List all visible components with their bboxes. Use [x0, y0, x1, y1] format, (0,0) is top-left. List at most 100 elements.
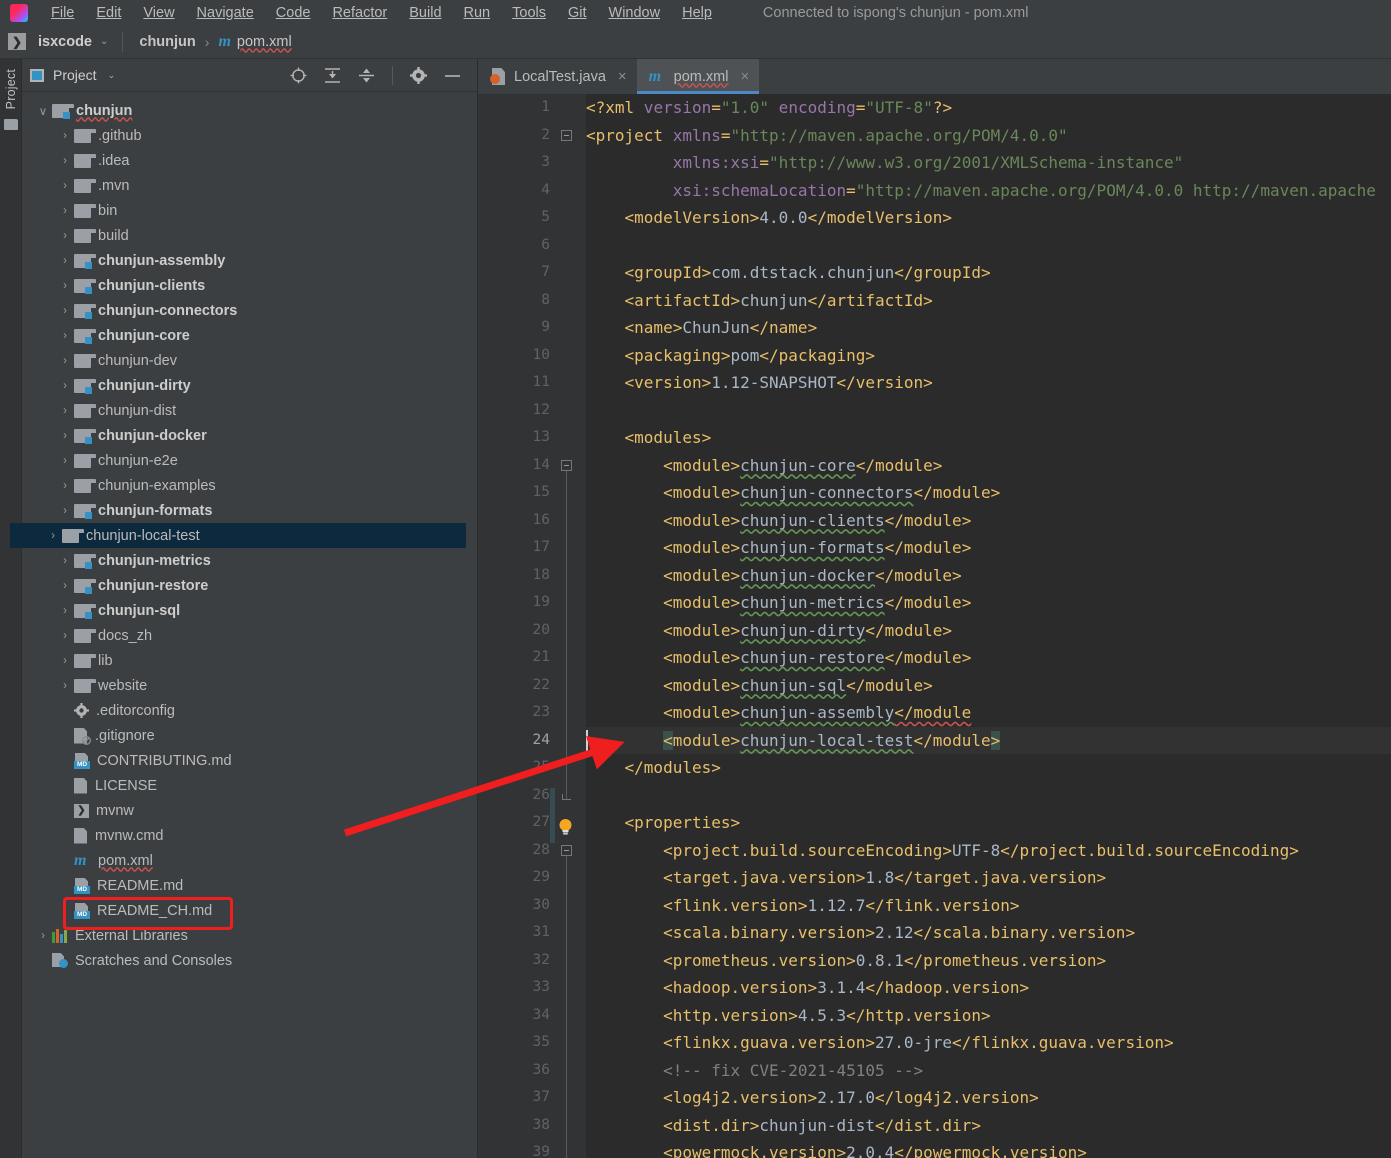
- code-line-6[interactable]: 6: [478, 232, 1391, 260]
- tab-pom-xml[interactable]: m pom.xml ×: [636, 59, 760, 94]
- code-line-17[interactable]: 17 <module>chunjun-formats</module>: [478, 534, 1391, 562]
- menu-item-window[interactable]: Window: [598, 5, 672, 21]
- code-line-23[interactable]: 23 <module>chunjun-assembly</module: [478, 699, 1391, 727]
- code-line-21[interactable]: 21 <module>chunjun-restore</module>: [478, 644, 1391, 672]
- chevron-right-icon[interactable]: ›: [56, 255, 74, 267]
- code-line-32[interactable]: 32 <prometheus.version>0.8.1</prometheus…: [478, 947, 1391, 975]
- project-widget-icon[interactable]: ❯: [8, 33, 26, 50]
- chevron-right-icon[interactable]: ›: [56, 205, 74, 217]
- code-line-8[interactable]: 8 <artifactId>chunjun</artifactId>: [478, 287, 1391, 315]
- code-line-15[interactable]: 15 <module>chunjun-connectors</module>: [478, 479, 1391, 507]
- tree-folder-chunjun-clients[interactable]: › chunjun-clients: [22, 273, 477, 298]
- chevron-right-icon[interactable]: ›: [56, 305, 74, 317]
- code-line-31[interactable]: 31 <scala.binary.version>2.12</scala.bin…: [478, 919, 1391, 947]
- chevron-right-icon[interactable]: ›: [56, 130, 74, 142]
- tree-folder--mvn[interactable]: › .mvn: [22, 173, 477, 198]
- tree-folder-chunjun-local-test[interactable]: › chunjun-local-test: [10, 523, 466, 548]
- code-line-7[interactable]: 7 <groupId>com.dtstack.chunjun</groupId>: [478, 259, 1391, 287]
- chevron-down-icon[interactable]: ⌄: [108, 70, 116, 81]
- chevron-right-icon[interactable]: ›: [56, 605, 74, 617]
- chevron-right-icon[interactable]: ›: [56, 355, 74, 367]
- chevron-right-icon[interactable]: ›: [56, 630, 74, 642]
- menu-item-edit[interactable]: Edit: [85, 5, 132, 21]
- tree-folder-chunjun-docker[interactable]: › chunjun-docker: [22, 423, 477, 448]
- tree-file-readme-ch-md[interactable]: ›MDREADME_CH.md: [22, 898, 477, 923]
- code-line-9[interactable]: 9 <name>ChunJun</name>: [478, 314, 1391, 342]
- code-line-4[interactable]: 4 xsi:schemaLocation="http://maven.apach…: [478, 177, 1391, 205]
- tab-localtest-java[interactable]: LocalTest.java ×: [478, 59, 637, 94]
- tree-file-mvnw-cmd[interactable]: ›mvnw.cmd: [22, 823, 477, 848]
- code-line-39[interactable]: 39 <powermock.version>2.0.4</powermock.v…: [478, 1139, 1391, 1158]
- chevron-right-icon[interactable]: ›: [56, 655, 74, 667]
- code-line-3[interactable]: 3 xmlns:xsi="http://www.w3.org/2001/XMLS…: [478, 149, 1391, 177]
- tree-folder-website[interactable]: › website: [22, 673, 477, 698]
- chevron-right-icon[interactable]: ›: [56, 180, 74, 192]
- tree-folder-docs-zh[interactable]: › docs_zh: [22, 623, 477, 648]
- tree-folder-chunjun-dev[interactable]: › chunjun-dev: [22, 348, 477, 373]
- tree-folder-chunjun-restore[interactable]: › chunjun-restore: [22, 573, 477, 598]
- chevron-right-icon[interactable]: ›: [44, 530, 62, 542]
- tree-file-license[interactable]: ›LICENSE: [22, 773, 477, 798]
- menu-item-tools[interactable]: Tools: [501, 5, 557, 21]
- hide-panel-icon[interactable]: [444, 67, 461, 84]
- tree-folder-chunjun-dist[interactable]: › chunjun-dist: [22, 398, 477, 423]
- chevron-right-icon[interactable]: ›: [56, 505, 74, 517]
- tree-file--gitignore[interactable]: ›.gitignore: [22, 723, 477, 748]
- menu-item-run[interactable]: Run: [453, 5, 502, 21]
- tree-file-mvnw[interactable]: ›❯mvnw: [22, 798, 477, 823]
- expand-all-icon[interactable]: [324, 67, 341, 84]
- code-editor[interactable]: 1 <?xml version="1.0" encoding="UTF-8"?> 2…: [478, 94, 1391, 1158]
- tree-folder--github[interactable]: › .github: [22, 123, 477, 148]
- project-name-label[interactable]: isxcode: [38, 34, 92, 50]
- code-line-35[interactable]: 35 <flinkx.guava.version>27.0-jre</flink…: [478, 1029, 1391, 1057]
- code-line-20[interactable]: 20 <module>chunjun-dirty</module>: [478, 617, 1391, 645]
- code-line-34[interactable]: 34 <http.version>4.5.3</http.version>: [478, 1002, 1391, 1030]
- code-line-33[interactable]: 33 <hadoop.version>3.1.4</hadoop.version…: [478, 974, 1391, 1002]
- code-line-24[interactable]: 24 <module>chunjun-local-test</module>: [478, 726, 1391, 755]
- menu-item-code[interactable]: Code: [265, 5, 322, 21]
- chevron-right-icon[interactable]: ›: [56, 430, 74, 442]
- menu-item-help[interactable]: Help: [671, 5, 723, 21]
- menu-item-git[interactable]: Git: [557, 5, 598, 21]
- menu-item-build[interactable]: Build: [398, 5, 452, 21]
- tree-folder-chunjun-core[interactable]: › chunjun-core: [22, 323, 477, 348]
- code-line-36[interactable]: 36 <!-- fix CVE-2021-45105 -->: [478, 1057, 1391, 1085]
- chevron-right-icon[interactable]: ›: [56, 405, 74, 417]
- code-line-28[interactable]: 28 <project.build.sourceEncoding>UTF-8</…: [478, 837, 1391, 865]
- chevron-down-icon[interactable]: ⌄: [100, 36, 108, 47]
- chevron-right-icon[interactable]: ›: [56, 480, 74, 492]
- chevron-down-icon[interactable]: ∨: [34, 104, 52, 118]
- chevron-right-icon[interactable]: ›: [56, 155, 74, 167]
- menu-item-refactor[interactable]: Refactor: [321, 5, 398, 21]
- code-line-11[interactable]: 11 <version>1.12-SNAPSHOT</version>: [478, 369, 1391, 397]
- collapse-all-icon[interactable]: [358, 67, 375, 84]
- tree-folder-lib[interactable]: › lib: [22, 648, 477, 673]
- tree-file-pom-xml[interactable]: ›mpom.xml: [22, 848, 477, 873]
- code-line-13[interactable]: 13 <modules>: [478, 424, 1391, 452]
- code-line-27[interactable]: 27 <properties>: [478, 809, 1391, 837]
- tree-file-contributing-md[interactable]: ›MDCONTRIBUTING.md: [22, 748, 477, 773]
- close-icon[interactable]: ×: [618, 68, 627, 85]
- tree-folder-chunjun-sql[interactable]: › chunjun-sql: [22, 598, 477, 623]
- tree-folder-chunjun-e2e[interactable]: › chunjun-e2e: [22, 448, 477, 473]
- code-line-26[interactable]: 26: [478, 782, 1391, 810]
- code-line-12[interactable]: 12: [478, 397, 1391, 425]
- tree-folder-chunjun[interactable]: ∨ chunjun: [22, 98, 477, 123]
- tree-folder-chunjun-connectors[interactable]: › chunjun-connectors: [22, 298, 477, 323]
- menu-item-view[interactable]: View: [132, 5, 185, 21]
- code-line-16[interactable]: 16 <module>chunjun-clients</module>: [478, 507, 1391, 535]
- code-line-1[interactable]: 1 <?xml version="1.0" encoding="UTF-8"?>: [478, 94, 1391, 122]
- tree-folder-chunjun-assembly[interactable]: › chunjun-assembly: [22, 248, 477, 273]
- chevron-right-icon[interactable]: ›: [34, 930, 52, 942]
- chevron-right-icon[interactable]: ›: [56, 230, 74, 242]
- tree-folder-chunjun-metrics[interactable]: › chunjun-metrics: [22, 548, 477, 573]
- tree-file--editorconfig[interactable]: ›.editorconfig: [22, 698, 477, 723]
- settings-gear-icon[interactable]: [410, 66, 427, 84]
- tree-folder-chunjun-formats[interactable]: › chunjun-formats: [22, 498, 477, 523]
- code-line-29[interactable]: 29 <target.java.version>1.8</target.java…: [478, 864, 1391, 892]
- chevron-right-icon[interactable]: ›: [56, 555, 74, 567]
- breadcrumb-chunjun[interactable]: chunjun: [139, 34, 195, 50]
- tree-folder-build[interactable]: › build: [22, 223, 477, 248]
- chevron-right-icon[interactable]: ›: [56, 455, 74, 467]
- locate-icon[interactable]: [290, 67, 307, 84]
